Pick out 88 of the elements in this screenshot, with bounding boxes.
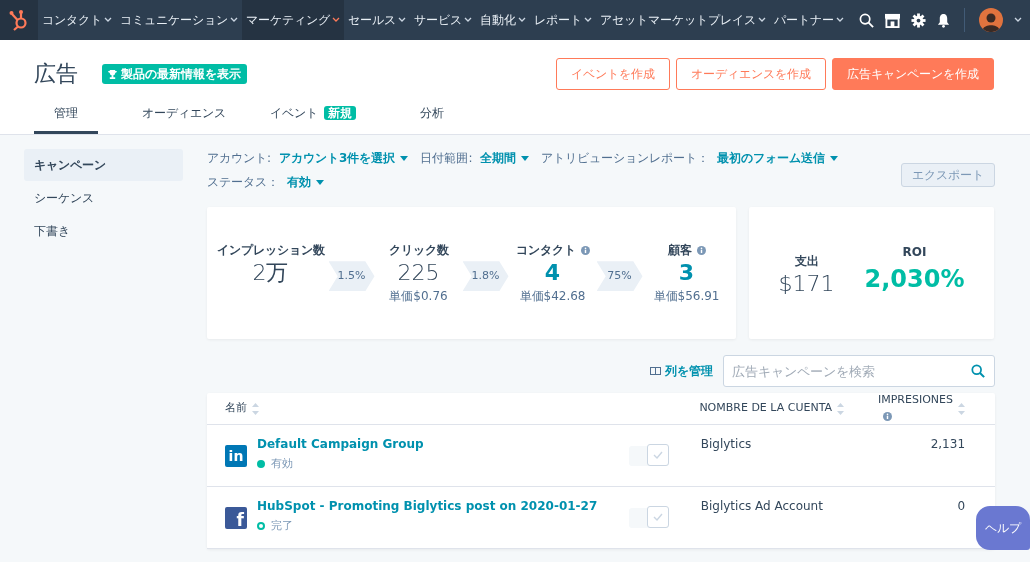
- status-text: 完了: [271, 518, 293, 534]
- table-cell: Biglytics Ad Account: [700, 499, 823, 513]
- nav-menu-item[interactable]: アセットマーケットプレイス: [596, 0, 770, 40]
- column-header[interactable]: 名前: [225, 400, 247, 417]
- nav-menu-item[interactable]: レポート: [530, 0, 596, 40]
- search-icon[interactable]: [859, 12, 874, 28]
- conversion-rate: 75%: [596, 261, 643, 292]
- stat-value: 2,030%: [864, 264, 965, 295]
- sprocket-logo[interactable]: [9, 9, 29, 31]
- stat-label: ROI: [901, 244, 928, 261]
- nav-menu-item[interactable]: サービス: [410, 0, 476, 40]
- caret-icon: [584, 17, 592, 23]
- caret-icon: [230, 17, 238, 23]
- caret-icon: [332, 17, 340, 23]
- caret-icon: [464, 17, 472, 23]
- caret-icon: [104, 17, 112, 23]
- check-icon: [652, 451, 663, 459]
- stat-label: 顧客: [667, 241, 706, 260]
- dropdown-caret-icon: [521, 156, 530, 161]
- nav-menu-item[interactable]: マーケティング: [242, 0, 344, 40]
- toggle-switch[interactable]: [628, 446, 669, 466]
- stat-label: インプレッション数: [216, 242, 325, 260]
- info-icon[interactable]: [580, 246, 590, 256]
- nav-menu-item[interactable]: セールス: [344, 0, 410, 40]
- new-badge: 新規: [324, 106, 356, 120]
- nav-menu-item[interactable]: パートナー: [770, 0, 848, 40]
- caret-icon[interactable]: [1014, 17, 1022, 23]
- unit-cost: 単価$0.76: [388, 287, 449, 305]
- nav-menu-item[interactable]: 自動化: [476, 0, 530, 40]
- network-logo: f: [225, 507, 247, 529]
- avatar-icon[interactable]: [979, 8, 1003, 32]
- nav-menu-item[interactable]: コンタクト: [38, 0, 116, 40]
- settings-icon[interactable]: [911, 12, 926, 28]
- conversion-rate: 1.8%: [462, 261, 509, 292]
- table-cell: 0: [957, 499, 965, 513]
- filter-dropdown[interactable]: 最初のフォーム送信: [717, 149, 839, 167]
- nav-menu-item[interactable]: コミュニケーション: [116, 0, 242, 40]
- stat-value: 4: [543, 259, 562, 287]
- filter-dropdown[interactable]: 全期間: [480, 149, 530, 167]
- column-header[interactable]: IMPRESIONES: [878, 392, 953, 425]
- sidebar-item[interactable]: キャンペーン: [24, 149, 183, 181]
- campaign-link[interactable]: Default Campaign Group: [257, 435, 424, 453]
- dropdown-caret-icon: [830, 156, 839, 161]
- caret-icon: [518, 17, 526, 23]
- filter-label: アトリビューションレポート：: [541, 150, 710, 167]
- sidebar-item[interactable]: 下書き: [24, 215, 183, 247]
- search-field[interactable]: 広告キャンペーンを検索: [723, 355, 995, 387]
- info-icon[interactable]: [883, 412, 892, 421]
- store-icon[interactable]: [885, 12, 900, 28]
- status-text: 有効: [271, 456, 293, 472]
- manage-columns-link[interactable]: 列を管理: [650, 362, 713, 380]
- campaign-link[interactable]: HubSpot - Promoting Biglytics post on 2020-01-27: [257, 497, 598, 515]
- filter-dropdown[interactable]: 有効: [287, 173, 324, 191]
- page-title: 広告: [34, 60, 78, 88]
- filter-label: 日付範囲:: [420, 150, 473, 167]
- unit-cost: 単価$56.91: [652, 287, 721, 305]
- stat-value: $171: [778, 270, 835, 298]
- help-button[interactable]: ヘルプ: [976, 506, 1030, 550]
- notifications-icon[interactable]: [937, 12, 950, 28]
- stat-value: 2万: [251, 259, 290, 287]
- caret-icon: [836, 17, 844, 23]
- stat-value: 225: [396, 259, 441, 287]
- network-logo: in: [225, 445, 247, 467]
- stat-label: クリック数: [388, 242, 449, 260]
- conversion-rate: 1.5%: [328, 261, 375, 292]
- info-icon[interactable]: [696, 246, 706, 256]
- filter-dropdown[interactable]: アカウント3件を選択: [279, 149, 409, 167]
- filter-label: ステータス：: [207, 174, 279, 191]
- dropdown-caret-icon: [400, 156, 409, 161]
- column-header[interactable]: NOMBRE DE LA CUENTA: [699, 400, 833, 417]
- tab[interactable]: 管理: [34, 98, 98, 134]
- stat-label: コンタクト: [515, 241, 590, 260]
- table-cell: Biglytics: [700, 437, 752, 451]
- filter-label: アカウント:: [207, 150, 272, 167]
- stat-label: 支出: [793, 253, 820, 271]
- caret-icon: [758, 17, 766, 23]
- toggle-switch[interactable]: [628, 508, 669, 528]
- columns-icon: [650, 367, 661, 375]
- dropdown-caret-icon: [316, 180, 324, 185]
- tab[interactable]: イベント 新規: [270, 98, 356, 134]
- table-cell: 2,131: [930, 437, 965, 451]
- unit-cost: 単価$42.68: [518, 287, 587, 305]
- stat-value: 3: [677, 259, 696, 287]
- sidebar-item[interactable]: シーケンス: [24, 182, 183, 214]
- tab[interactable]: 分析: [400, 98, 464, 134]
- tab[interactable]: オーディエンス: [142, 98, 226, 134]
- caret-icon: [398, 17, 406, 23]
- check-icon: [652, 513, 663, 521]
